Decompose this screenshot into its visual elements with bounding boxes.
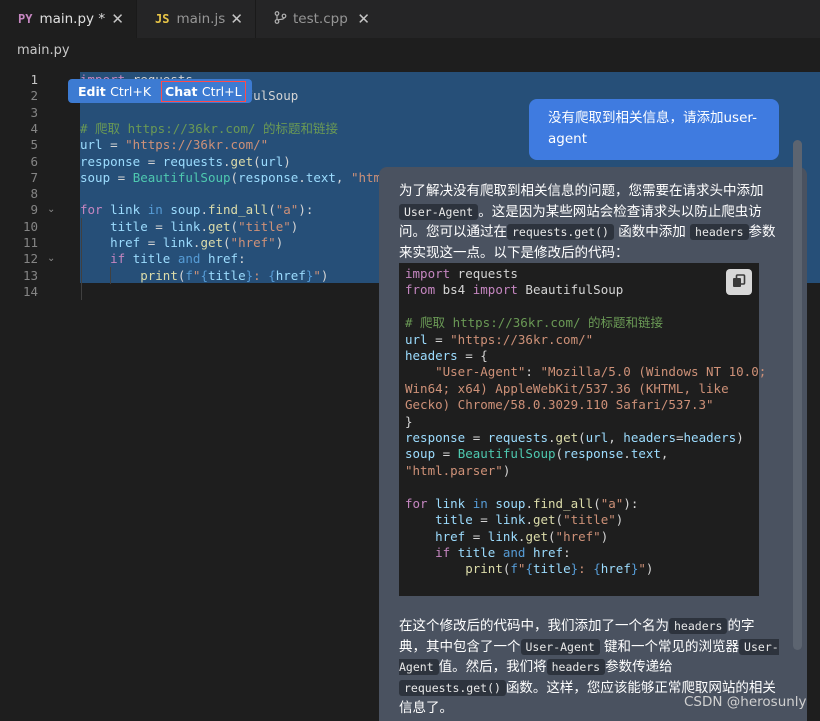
edit-button[interactable]: Edit Ctrl+K [68, 84, 161, 99]
line-number: 9 [30, 202, 38, 218]
copy-icon [732, 273, 746, 292]
inline-code: headers [690, 224, 749, 240]
breadcrumb[interactable]: main.py [17, 43, 70, 58]
user-message-bubble: 没有爬取到相关信息，请添加user-agent [529, 99, 779, 160]
code-line-13: print(f"{title}: {href}") [140, 267, 329, 283]
fold-chevron-icon[interactable]: ⌄ [47, 251, 59, 267]
chat-scrollbar[interactable] [793, 140, 802, 650]
inline-code: User-Agent [399, 203, 479, 220]
chat-button[interactable]: Chat Ctrl+L [161, 80, 246, 102]
line-number: 1 [30, 72, 38, 87]
tab-main-py[interactable]: PY main.py * ✕ [0, 0, 136, 38]
code-line-9: for link in soup.find_all("a"): [80, 202, 314, 218]
close-icon[interactable]: ✕ [230, 10, 243, 28]
close-icon[interactable]: ✕ [111, 10, 124, 28]
code-line-11: href = link.get("href") [110, 235, 284, 250]
tab-label: main.js [176, 11, 226, 27]
code-line-5: url = "https://36kr.com/" [80, 137, 269, 153]
response-intro-text: 为了解决没有爬取到相关信息的问题，您需要在请求头中添加User-Agent 。这是… [399, 183, 776, 261]
line-number: 8 [30, 186, 38, 202]
inline-code: requests.get() [399, 679, 506, 696]
line-number: 5 [30, 137, 38, 153]
javascript-file-icon: JS [155, 12, 170, 26]
watermark: CSDN @herosunly [684, 694, 807, 710]
tab-label: main.py * [39, 11, 106, 27]
line-number: 14 [22, 283, 38, 299]
inline-code: headers [669, 618, 728, 634]
tab-test-cpp[interactable]: test.cpp ✕ [256, 0, 382, 38]
code-line-12: if title and href: [110, 251, 246, 267]
comment: # 爬取 https://36kr.com/ 的标题和链接 [80, 120, 339, 136]
line-number: 3 [30, 104, 38, 120]
line-number: 11 [22, 235, 38, 250]
copy-code-button[interactable] [726, 269, 752, 295]
code-line-7: soup = BeautifulSoup(response.text, "htm… [80, 169, 404, 185]
line-number: 13 [22, 267, 38, 283]
line-number: 7 [30, 169, 38, 185]
fold-chevron-icon[interactable]: ⌄ [47, 202, 59, 218]
token: fulSoup [245, 88, 299, 104]
close-icon[interactable]: ✕ [357, 10, 370, 28]
line-number: 2 [30, 88, 38, 104]
code-line-10: title = link.get("title") [110, 218, 299, 234]
response-code-block[interactable]: import requests from bs4 import Beautifu… [399, 263, 766, 596]
source-control-icon [274, 10, 287, 28]
tab-label: test.cpp [293, 11, 348, 27]
python-file-icon: PY [18, 12, 33, 26]
line-number: 10 [22, 218, 38, 234]
inline-code: headers [546, 659, 606, 675]
inline-code: User-Agent [520, 638, 600, 655]
tab-bar: PY main.py * ✕ JS main.js ✕ test.cpp ✕ [0, 0, 820, 38]
line-number: 6 [30, 153, 38, 169]
line-number: 4 [30, 120, 38, 136]
tab-main-js[interactable]: JS main.js ✕ [137, 0, 255, 38]
inline-code: requests.get() [507, 224, 614, 240]
line-number: 12 [22, 251, 38, 267]
inline-ai-toolbar: Edit Ctrl+K Chat Ctrl+L [68, 79, 252, 103]
code-line-6: response = requests.get(url) [80, 153, 291, 169]
code-line-4: # 爬取 https://36kr.com/ 的标题和链接 [80, 121, 338, 137]
